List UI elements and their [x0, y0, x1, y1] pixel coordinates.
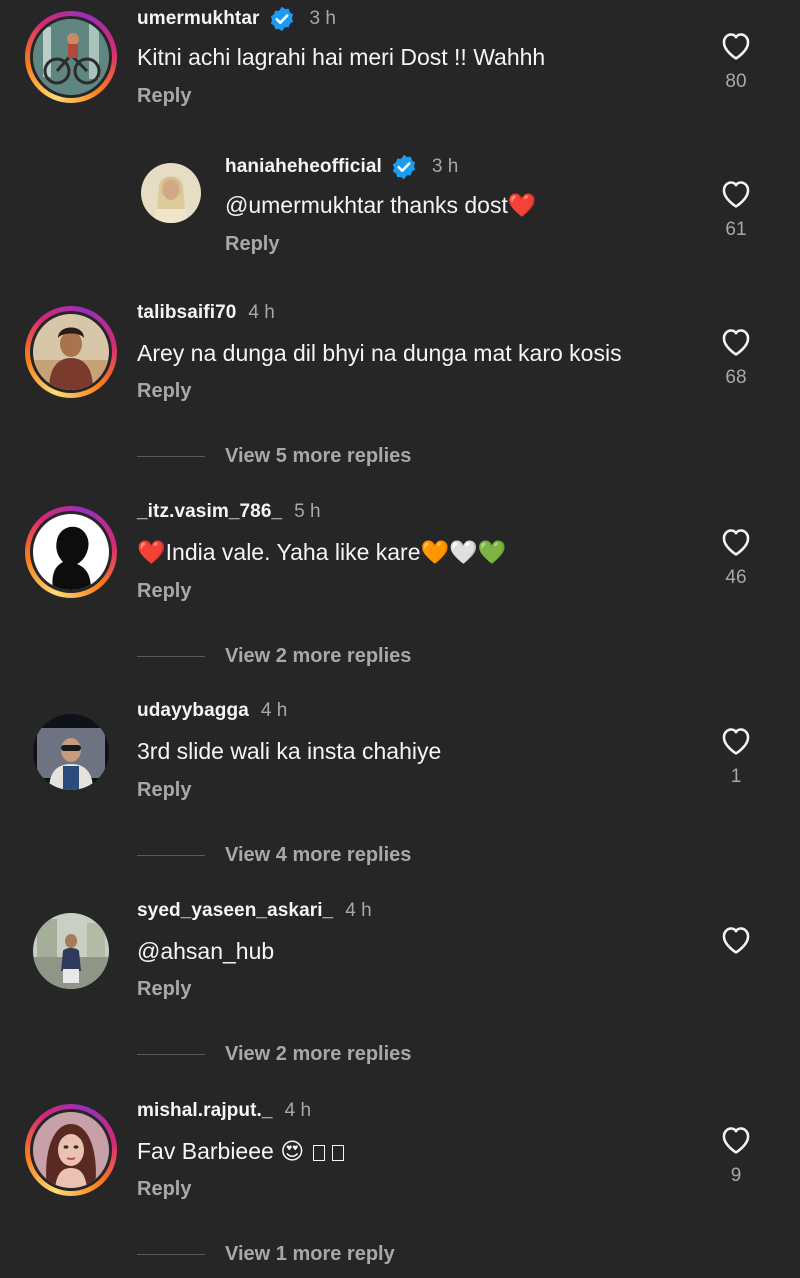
avatar-story-ring[interactable] [25, 11, 117, 103]
heart-outline-icon[interactable] [719, 29, 753, 61]
view-more-replies[interactable]: View 5 more replies [137, 445, 411, 468]
avatar [141, 163, 201, 223]
comment-meta: udayybagga 4 h [137, 700, 287, 722]
like-count: 68 [725, 367, 747, 388]
avatar [33, 913, 109, 989]
like-count: 80 [725, 71, 747, 92]
reply-button[interactable]: Reply [137, 380, 191, 403]
view-more-replies[interactable]: View 2 more replies [137, 645, 411, 668]
comment-username[interactable]: syed_yaseen_askari_ [137, 900, 333, 922]
comment-text-content: Fav Barbieee 😍 [137, 1138, 305, 1164]
like-control: 1 [718, 724, 754, 788]
comment-time: 3 h [431, 156, 459, 177]
reply-button[interactable]: Reply [137, 580, 191, 603]
like-control: 46 [718, 525, 754, 589]
like-count: 61 [725, 219, 747, 240]
verified-badge-icon [392, 154, 415, 180]
avatar [33, 314, 109, 390]
comment-time: 4 h [260, 700, 288, 721]
avatar [33, 19, 109, 95]
like-control: 9 [718, 1123, 754, 1187]
like-control: 68 [718, 325, 754, 389]
comment-username[interactable]: umermukhtar [137, 8, 260, 30]
avatar-wrap[interactable] [29, 710, 113, 794]
comment-username[interactable]: _itz.vasim_786_ [137, 501, 282, 523]
view-more-replies[interactable]: View 2 more replies [137, 1043, 411, 1066]
comment-time: 4 h [248, 302, 275, 323]
reply-button[interactable]: Reply [137, 779, 191, 802]
comment-text: Kitni achi lagrahi hai meri Dost !! Wahh… [137, 44, 546, 70]
view-more-label: View 4 more replies [225, 844, 412, 866]
heart-outline-icon[interactable] [719, 525, 753, 557]
avatar [33, 1112, 109, 1188]
reply-button[interactable]: Reply [137, 978, 191, 1001]
unsupported-glyph-icon [312, 1145, 325, 1161]
heart-outline-icon[interactable] [719, 177, 753, 209]
avatar-image [141, 163, 201, 223]
avatar-story-ring[interactable] [25, 506, 117, 598]
comment-time: 5 h [294, 501, 321, 522]
reply-button[interactable]: Reply [225, 233, 279, 256]
comment-meta: syed_yaseen_askari_ 4 h [137, 900, 372, 922]
comment-meta: talibsaifi70 4 h [137, 302, 275, 324]
comment-meta: haniaheheofficial 3 h [225, 153, 458, 181]
heart-outline-icon[interactable] [719, 1123, 753, 1155]
comment-meta: _itz.vasim_786_ 5 h [137, 501, 321, 523]
divider-line [137, 1054, 205, 1055]
like-count: 1 [730, 766, 742, 787]
divider-line [137, 456, 205, 457]
comment-text: 3rd slide wali ka insta chahiye [137, 738, 442, 764]
heart-outline-icon[interactable] [719, 325, 753, 357]
view-more-replies[interactable]: View 4 more replies [137, 844, 411, 867]
avatar-wrap[interactable] [29, 909, 113, 993]
comment-meta: mishal.rajput._ 4 h [137, 1100, 311, 1122]
like-control [718, 923, 754, 955]
comment-time: 3 h [309, 8, 336, 29]
avatar-image [33, 514, 109, 590]
verified-badge-icon [270, 6, 293, 32]
comment-username[interactable]: talibsaifi70 [137, 302, 236, 324]
view-more-label: View 2 more replies [225, 645, 412, 667]
avatar-image [33, 913, 109, 989]
like-control: 61 [718, 177, 754, 241]
avatar [33, 514, 109, 590]
reply-button[interactable]: Reply [137, 85, 191, 108]
comment-text: Arey na dunga dil bhyi na dunga mat karo… [137, 340, 622, 366]
comment-username[interactable]: mishal.rajput._ [137, 1100, 273, 1122]
comment-username[interactable]: udayybagga [137, 700, 249, 722]
avatar-wrap[interactable] [136, 158, 206, 228]
comment-time: 4 h [345, 900, 372, 921]
like-control: 80 [718, 29, 754, 93]
heart-outline-icon[interactable] [719, 923, 753, 955]
divider-line [137, 656, 205, 657]
comment-meta: umermukhtar 3 h [137, 5, 336, 33]
reply-button[interactable]: Reply [137, 1178, 191, 1201]
like-count: 9 [730, 1165, 742, 1186]
heart-outline-icon[interactable] [719, 724, 753, 756]
divider-line [137, 855, 205, 856]
avatar-image [33, 1112, 109, 1188]
view-more-label: View 1 more reply [225, 1243, 395, 1265]
comment-text: @ahsan_hub [137, 938, 275, 964]
divider-line [137, 1254, 205, 1255]
avatar-story-ring[interactable] [25, 1104, 117, 1196]
view-more-label: View 2 more replies [225, 1043, 412, 1065]
view-more-label: View 5 more replies [225, 445, 412, 467]
comment-text: ❤️India vale. Yaha like kare🧡🤍💚 [137, 539, 507, 565]
comment-text: Fav Barbieee 😍 [137, 1138, 344, 1165]
avatar-image [33, 714, 109, 790]
avatar-image [33, 314, 109, 390]
avatar [33, 714, 109, 790]
view-more-replies[interactable]: View 1 more reply [137, 1243, 395, 1266]
comment-username[interactable]: haniaheheofficial [225, 156, 382, 178]
avatar-image [33, 19, 109, 95]
comment-text: @umermukhtar thanks dost❤️ [225, 192, 537, 218]
like-count: 46 [725, 567, 747, 588]
avatar-story-ring[interactable] [25, 306, 117, 398]
unsupported-glyph-icon [331, 1145, 344, 1161]
comment-time: 4 h [284, 1100, 312, 1121]
